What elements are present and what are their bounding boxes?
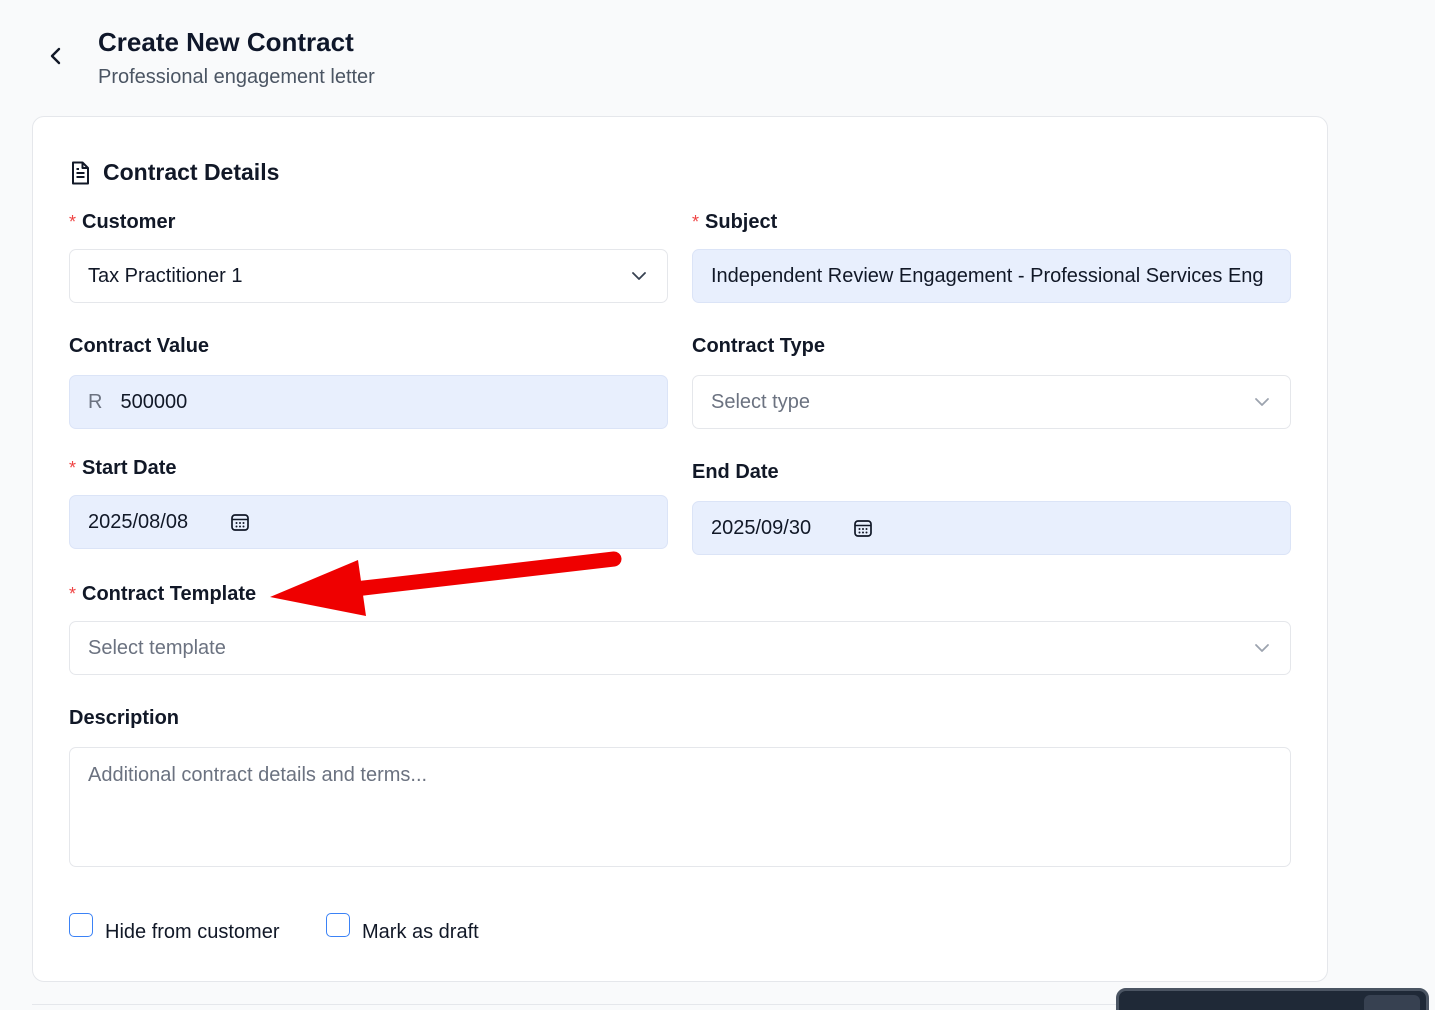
contract-template-placeholder: Select template xyxy=(88,636,226,659)
required-marker: * xyxy=(69,584,77,604)
floating-panel[interactable] xyxy=(1116,988,1429,1010)
chevron-down-icon xyxy=(1255,398,1269,406)
page-title: Create New Contract xyxy=(98,27,354,57)
required-marker: * xyxy=(69,212,77,232)
contract-value-label: Contract Value xyxy=(69,335,209,358)
start-date-input[interactable]: 2025/08/08 xyxy=(69,495,668,549)
contract-type-label-text: Contract Type xyxy=(692,335,825,357)
contract-details-card: Contract Details * Customer Tax Practiti… xyxy=(32,116,1328,982)
customer-value: Tax Practitioner 1 xyxy=(88,264,243,287)
contract-value-input[interactable]: R 500000 xyxy=(69,375,668,429)
start-date-value: 2025/08/08 xyxy=(88,510,189,533)
required-marker: * xyxy=(69,458,77,478)
start-date-label-text: Start Date xyxy=(82,457,177,479)
page-subtitle: Professional engagement letter xyxy=(98,66,375,88)
contract-type-placeholder: Select type xyxy=(711,390,810,413)
end-date-label-text: End Date xyxy=(692,461,779,483)
end-date-value: 2025/09/30 xyxy=(711,516,812,539)
description-placeholder: Additional contract details and terms... xyxy=(88,764,428,786)
page: Create New Contract Professional engagem… xyxy=(0,0,1435,1010)
customer-label-text: Customer xyxy=(82,211,176,233)
subject-value: Independent Review Engagement - Professi… xyxy=(711,264,1264,287)
contract-type-select[interactable]: Select type xyxy=(692,375,1291,429)
required-marker: * xyxy=(692,212,700,232)
subject-input[interactable]: Independent Review Engagement - Professi… xyxy=(692,249,1291,303)
mark-as-draft-option[interactable]: Mark as draft xyxy=(326,913,479,944)
contract-value-value: 500000 xyxy=(120,390,188,413)
subject-label: * Subject xyxy=(692,211,777,234)
description-textarea[interactable]: Additional contract details and terms... xyxy=(69,747,1291,867)
floating-panel-button[interactable] xyxy=(1364,995,1420,1010)
document-icon xyxy=(72,161,89,184)
contract-template-select[interactable]: Select template xyxy=(69,621,1291,675)
start-date-label: * Start Date xyxy=(69,457,177,480)
hide-from-customer-option[interactable]: Hide from customer xyxy=(69,913,280,944)
section-header: Contract Details xyxy=(69,159,279,186)
contract-value-label-text: Contract Value xyxy=(69,335,210,357)
contract-type-label: Contract Type xyxy=(692,335,825,358)
end-date-label: End Date xyxy=(692,461,779,484)
subject-label-text: Subject xyxy=(705,211,778,233)
end-date-input[interactable]: 2025/09/30 xyxy=(692,501,1291,555)
chevron-left-icon xyxy=(50,47,61,65)
chevron-down-icon xyxy=(632,272,646,280)
chevron-down-icon xyxy=(1255,644,1269,652)
section-title: Contract Details xyxy=(103,159,280,185)
customer-select[interactable]: Tax Practitioner 1 xyxy=(69,249,668,303)
hide-from-customer-checkbox[interactable] xyxy=(69,913,93,937)
mark-as-draft-checkbox[interactable] xyxy=(326,913,350,937)
back-button[interactable] xyxy=(40,40,72,72)
currency-prefix: R xyxy=(88,390,103,413)
calendar-icon[interactable] xyxy=(853,518,873,538)
contract-template-label: * Contract Template xyxy=(69,583,256,606)
mark-as-draft-label: Mark as draft xyxy=(362,921,479,943)
contract-template-label-text: Contract Template xyxy=(82,583,257,605)
description-label: Description xyxy=(69,707,179,730)
description-label-text: Description xyxy=(69,707,180,729)
calendar-icon[interactable] xyxy=(230,512,250,532)
hide-from-customer-label: Hide from customer xyxy=(105,921,280,943)
customer-label: * Customer xyxy=(69,211,175,234)
